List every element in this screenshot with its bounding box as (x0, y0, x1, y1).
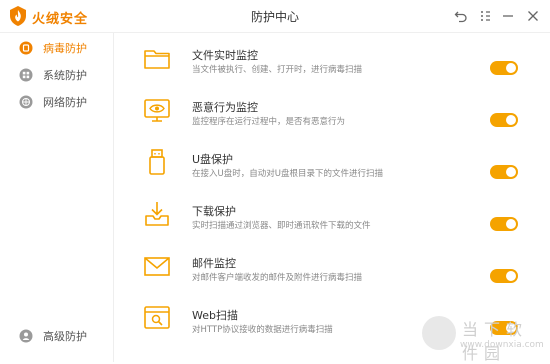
item-title: 邮件监控 (192, 257, 236, 270)
item-title: U盘保护 (192, 153, 234, 166)
list-item: 下载保护 实时扫描通过浏览器、即时通讯软件下载的文件 (114, 195, 550, 247)
watermark-url: www.downxia.com (460, 340, 544, 350)
virus-shield-icon (19, 40, 33, 55)
sidebar-item-label: 高级防护 (43, 330, 87, 343)
sidebar-item-system-protection[interactable]: 系统防护 (0, 62, 112, 86)
skin-icon[interactable] (475, 6, 495, 26)
item-title: Web扫描 (192, 309, 238, 322)
watermark: 当下软件园 www.downxia.com (420, 312, 546, 363)
sidebar-item-label: 病毒防护 (43, 42, 87, 55)
list-item: 恶意行为监控 监控程序在运行过程中，是否有恶意行为 (114, 91, 550, 143)
list-item: U盘保护 在接入U盘时，自动对U盘根目录下的文件进行扫描 (114, 143, 550, 195)
sidebar: 病毒防护 系统防护 网络防护 高级防护 (0, 33, 114, 362)
item-description: 对HTTP协议接收的数据进行病毒扫描 (192, 325, 333, 335)
close-icon[interactable] (523, 6, 543, 26)
item-title: 文件实时监控 (192, 49, 258, 62)
folder-icon (142, 43, 172, 73)
sidebar-item-network-protection[interactable]: 网络防护 (0, 89, 112, 113)
item-description: 对邮件客户端收发的邮件及附件进行病毒扫描 (192, 273, 363, 283)
item-description: 当文件被执行、创建、打开时，进行病毒扫描 (192, 65, 363, 75)
file-monitor-toggle[interactable] (490, 61, 518, 75)
list-item: 文件实时监控 当文件被执行、创建、打开时，进行病毒扫描 (114, 39, 550, 91)
item-description: 在接入U盘时，自动对U盘根目录下的文件进行扫描 (192, 169, 383, 179)
sidebar-item-label: 系统防护 (43, 69, 87, 82)
download-protection-toggle[interactable] (490, 217, 518, 231)
usb-protection-toggle[interactable] (490, 165, 518, 179)
download-tray-icon (142, 199, 172, 229)
system-icon (19, 67, 33, 82)
back-icon[interactable] (451, 6, 471, 26)
usb-icon (142, 147, 172, 177)
sidebar-item-label: 网络防护 (43, 96, 87, 109)
monitor-eye-icon (142, 95, 172, 125)
web-scan-icon (142, 303, 172, 333)
list-item: 邮件监控 对邮件客户端收发的邮件及附件进行病毒扫描 (114, 247, 550, 299)
item-title: 恶意行为监控 (192, 101, 258, 114)
advanced-icon (19, 328, 33, 343)
globe-icon (19, 94, 33, 109)
mail-monitor-toggle[interactable] (490, 269, 518, 283)
item-title: 下载保护 (192, 205, 236, 218)
sidebar-item-advanced-protection[interactable]: 高级防护 (0, 323, 112, 347)
watermark-logo-icon (422, 316, 456, 350)
item-description: 实时扫描通过浏览器、即时通讯软件下载的文件 (192, 221, 371, 231)
item-description: 监控程序在运行过程中，是否有恶意行为 (192, 117, 346, 127)
sidebar-item-virus-protection[interactable]: 病毒防护 (0, 35, 112, 59)
mail-icon (142, 251, 172, 281)
minimize-icon[interactable] (498, 6, 518, 26)
behavior-monitor-toggle[interactable] (490, 113, 518, 127)
title-bar: 火绒安全 防护中心 (0, 0, 550, 33)
